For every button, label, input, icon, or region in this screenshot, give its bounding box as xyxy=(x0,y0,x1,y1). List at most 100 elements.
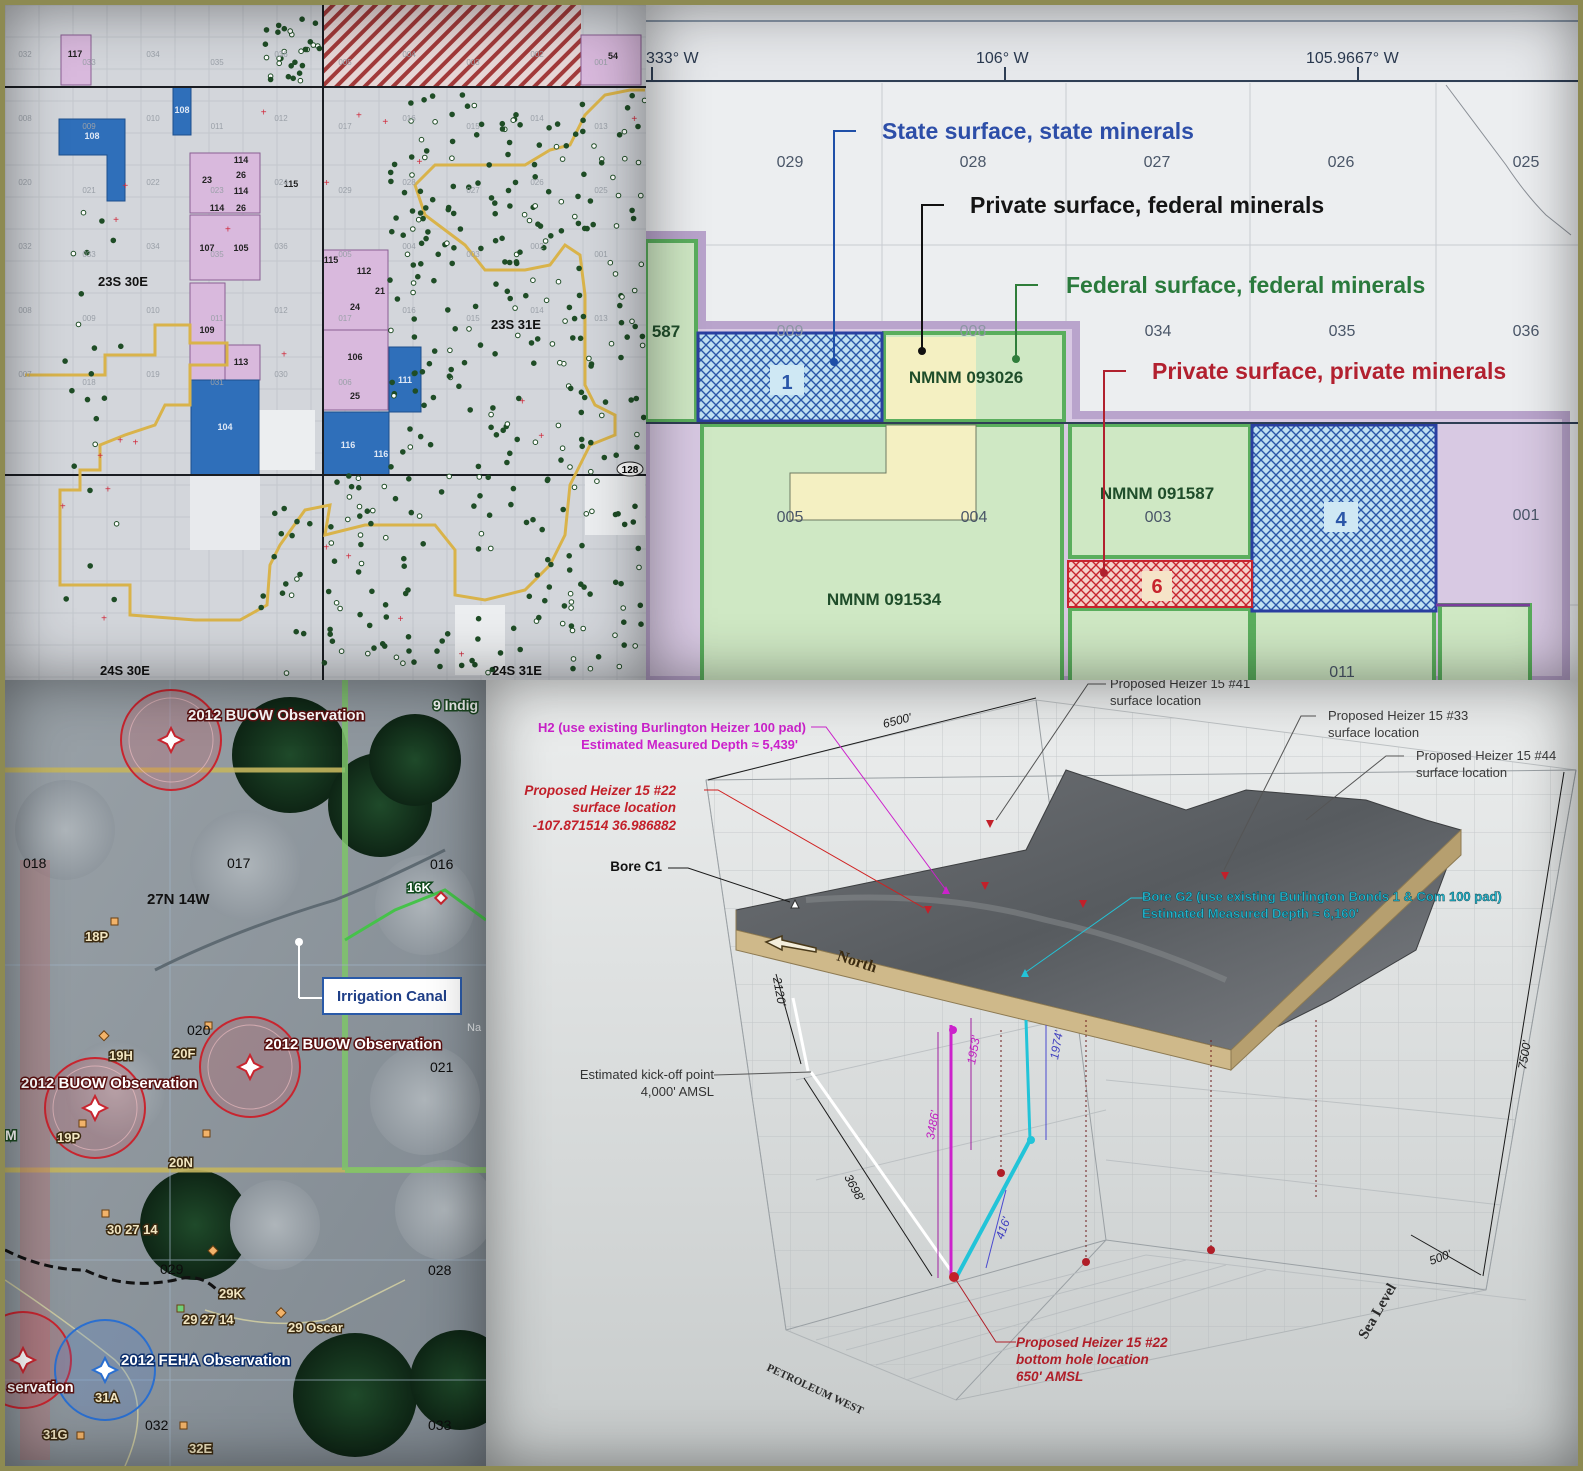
plus-marker: + xyxy=(60,502,66,513)
well-dot xyxy=(477,493,483,499)
well-dot xyxy=(580,117,586,124)
well-dot xyxy=(567,464,573,470)
lease-number: 23 xyxy=(202,175,212,185)
well-dot xyxy=(391,393,397,399)
well-dot xyxy=(531,161,538,168)
well-dot xyxy=(409,172,415,178)
well-dot xyxy=(337,605,343,612)
well-dot xyxy=(329,638,336,645)
well-dot xyxy=(473,132,480,138)
well-dot xyxy=(634,431,640,438)
well-dot xyxy=(578,409,585,416)
well-dot xyxy=(624,334,631,340)
observation-label: servation xyxy=(7,1379,74,1396)
well-dot xyxy=(70,250,77,257)
well-dot xyxy=(423,235,429,242)
section-number: 022 xyxy=(146,178,160,187)
well-dot xyxy=(382,602,389,608)
well-dot xyxy=(504,421,511,427)
well-dot xyxy=(288,592,295,599)
well-dot xyxy=(555,422,562,429)
well-dot xyxy=(415,216,422,223)
section-number: 012 xyxy=(274,114,288,123)
kickoff-label: 4,000' AMSL xyxy=(641,1084,714,1099)
well-dot xyxy=(307,39,314,45)
plus-marker: + xyxy=(382,117,388,128)
well-dot xyxy=(543,297,550,304)
plus-marker: + xyxy=(323,543,329,554)
well-dot xyxy=(388,327,394,334)
point-label: 31G xyxy=(43,1427,68,1442)
well-dot xyxy=(557,359,563,366)
well-dot xyxy=(409,208,416,214)
section-number: 008 xyxy=(18,306,32,315)
well-dot xyxy=(275,22,282,29)
well-dot xyxy=(383,614,390,620)
h2-label: H2 (use existing Burlington Heizer 100 p… xyxy=(538,720,806,735)
section-number: 002 xyxy=(530,242,544,251)
township-label: 23S 31E xyxy=(491,317,541,332)
longitude-label: 105.9667° W xyxy=(1306,50,1400,67)
well-dot xyxy=(327,631,334,638)
point-label: 30 27 14 xyxy=(107,1222,158,1237)
observation-label: 2012 BUOW Observation xyxy=(21,1075,198,1092)
well-dot xyxy=(410,280,417,286)
well-dot xyxy=(608,340,615,347)
well-dot xyxy=(346,473,352,479)
longitude-label: 333° W xyxy=(646,50,700,67)
well-dot xyxy=(566,567,573,573)
well-dot xyxy=(404,251,411,258)
well-dot xyxy=(285,73,292,80)
well-dot xyxy=(528,340,535,346)
well-dot xyxy=(356,503,363,510)
well-dot xyxy=(381,643,388,649)
well-dot xyxy=(411,316,418,322)
plus-marker: + xyxy=(105,484,111,495)
well-dot xyxy=(446,373,453,380)
section-number: 021 xyxy=(82,186,96,195)
well-dot xyxy=(421,402,427,409)
well-dot xyxy=(418,136,425,143)
well-dot xyxy=(370,507,376,514)
well-dot xyxy=(289,532,295,539)
point-label: 20N xyxy=(169,1155,193,1170)
well-dot xyxy=(513,112,519,118)
well-dot xyxy=(621,642,628,648)
section-number: 029 xyxy=(338,186,352,195)
well-dot xyxy=(371,645,377,651)
aerial-observation-map: Irrigation Canal 2012 BUOW Observation 2… xyxy=(5,680,486,1466)
well-dot xyxy=(458,662,465,669)
well-dot xyxy=(542,597,548,604)
well-dot xyxy=(545,556,551,563)
well-dot xyxy=(561,603,568,609)
well-dot xyxy=(485,669,491,676)
well-dot xyxy=(452,326,459,332)
well-dot xyxy=(616,663,623,670)
well-dot xyxy=(568,599,575,605)
well-dot xyxy=(504,288,511,295)
well-dot xyxy=(577,335,584,342)
well-dot xyxy=(365,650,371,657)
lease-number: 116 xyxy=(341,440,356,450)
well-dot xyxy=(421,97,427,103)
well-dot xyxy=(113,521,120,527)
well-dot xyxy=(545,188,552,195)
well-dot xyxy=(586,355,592,362)
well-dot xyxy=(601,454,608,461)
well-dot xyxy=(486,162,493,168)
lease-number: 111 xyxy=(398,375,412,385)
well-dot xyxy=(88,371,95,377)
well-dot xyxy=(438,489,445,495)
well-dot xyxy=(393,654,400,661)
well-dot xyxy=(258,604,265,611)
well-dot xyxy=(287,28,294,34)
well-dot xyxy=(300,630,307,637)
well-dot xyxy=(356,484,362,491)
section-number: 017 xyxy=(227,855,251,871)
section-number: 025 xyxy=(1513,154,1540,171)
well-dot xyxy=(632,503,638,510)
well-dot xyxy=(591,143,597,149)
well-dot xyxy=(513,260,520,267)
well-dot xyxy=(276,60,283,67)
well-dot xyxy=(578,389,585,396)
